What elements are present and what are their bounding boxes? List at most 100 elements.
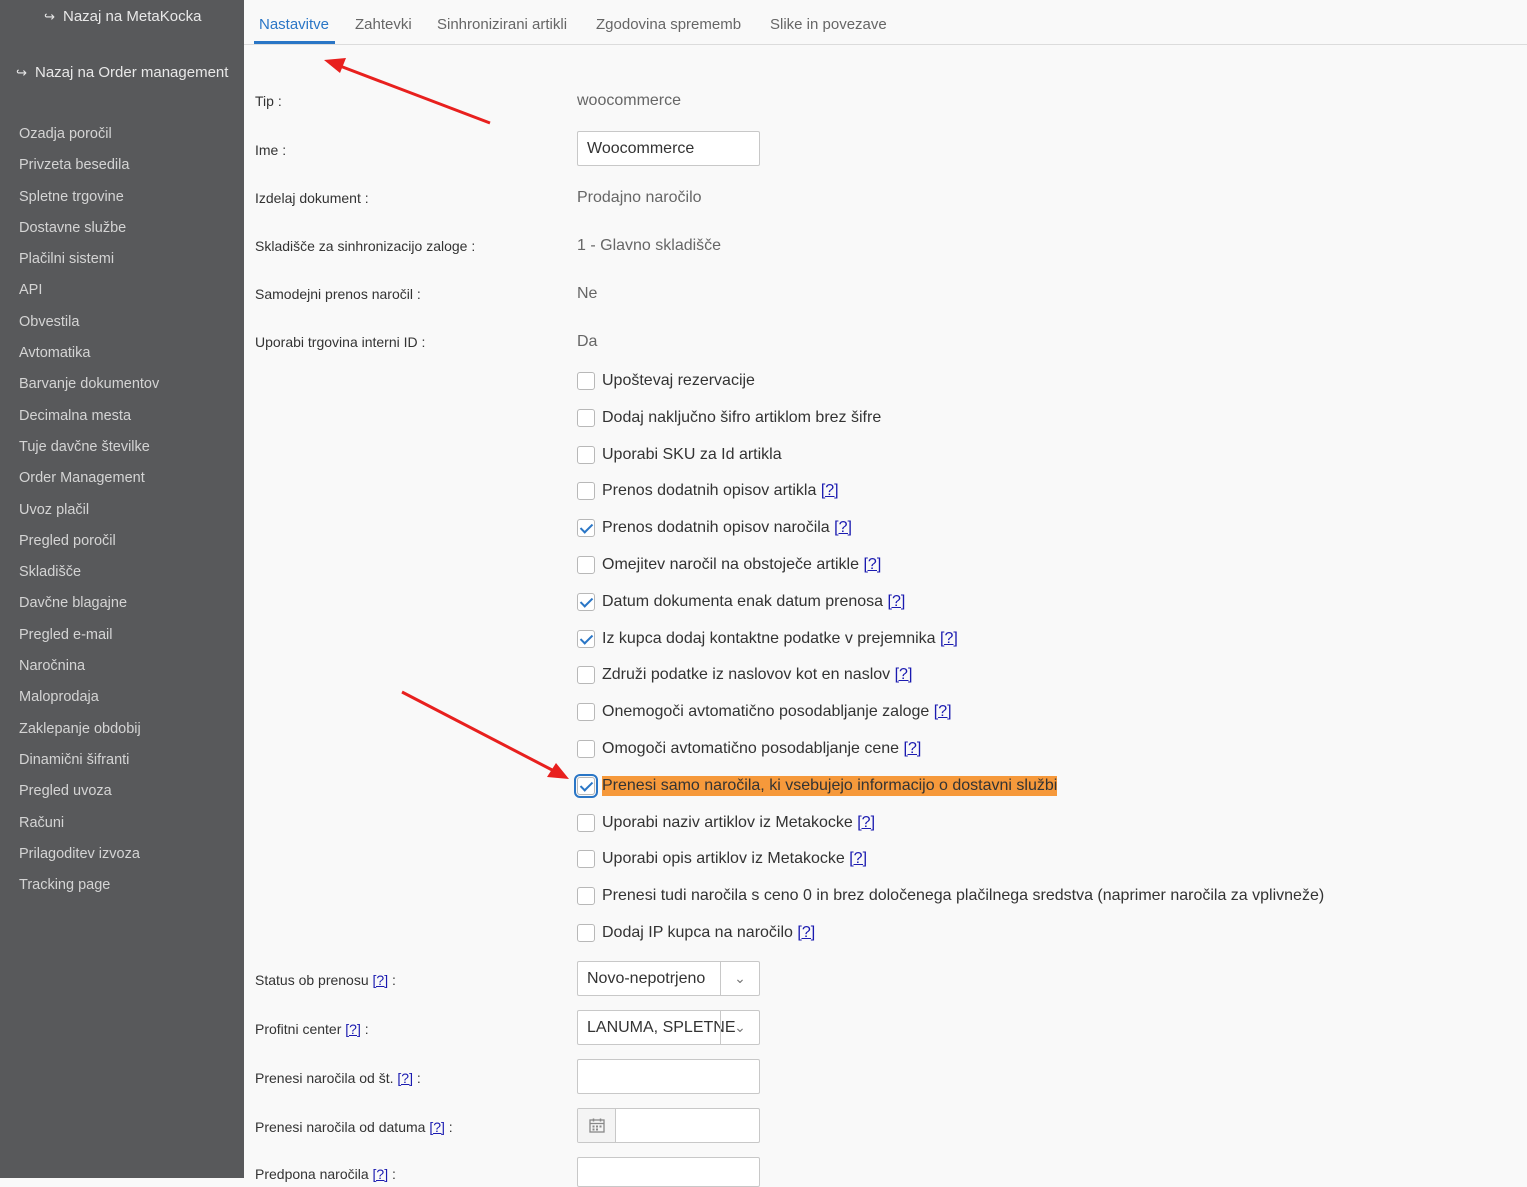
tab-bar: Nastavitve Zahtevki Sinhronizirani artik… (244, 0, 1527, 45)
prefix-label-text: Predpona naročila (255, 1166, 369, 1182)
sidebar-item[interactable]: Ozadja poročil (19, 122, 159, 153)
sidebar-item[interactable]: Naročnina (19, 654, 159, 685)
checkbox-label-text: Omejitev naročil na obstoječe artikle (602, 556, 860, 573)
tab-sinhronizirani-artikli[interactable]: Sinhronizirani artikli (437, 16, 567, 33)
sidebar-item[interactable]: Pregled e-mail (19, 623, 159, 654)
fromno-label-text: Prenesi naročila od št. (255, 1070, 394, 1086)
sidebar-item[interactable]: Skladišče (19, 560, 159, 591)
checkbox-label-text: Onemogoči avtomatično posodabljanje zalo… (602, 703, 930, 720)
colon: : (416, 1070, 421, 1086)
profitni-center-select[interactable]: LANUMA, SPLETNE ⌄ (577, 1010, 760, 1045)
help-link[interactable]: [?] (797, 924, 815, 941)
sidebar-item[interactable]: Prilagoditev izvoza (19, 842, 159, 873)
checkbox-label: Prenos dodatnih opisov artikla [?] (602, 481, 839, 501)
help-link[interactable]: [?] (934, 703, 952, 720)
sidebar-item[interactable]: Avtomatika (19, 341, 159, 372)
back-to-order-management-link[interactable]: ↪ Nazaj na Order management (16, 64, 228, 81)
help-link[interactable]: [?] (895, 666, 913, 683)
help-link[interactable]: [?] (373, 1166, 389, 1182)
help-link[interactable]: [?] (821, 482, 839, 499)
checkbox-unchecked[interactable] (577, 666, 595, 684)
colon: : (364, 1021, 369, 1037)
checkbox-checked[interactable] (577, 593, 595, 611)
sidebar-item[interactable]: Dostavne službe (19, 216, 159, 247)
sidebar-item[interactable]: Pregled uvoza (19, 779, 159, 810)
checkbox-checked[interactable] (577, 519, 595, 537)
sidebar-item[interactable]: Davčne blagajne (19, 591, 159, 622)
checkbox-label-text: Uporabi SKU za Id artikla (602, 446, 782, 463)
samodejni-prenos-label: Samodejni prenos naročil : (255, 286, 421, 302)
checkbox-unchecked[interactable] (577, 556, 595, 574)
tab-nastavitve[interactable]: Nastavitve (259, 16, 329, 33)
checkbox-unchecked[interactable] (577, 703, 595, 721)
tab-zgodovina-sprememb[interactable]: Zgodovina sprememb (596, 16, 741, 33)
checkbox-unchecked[interactable] (577, 740, 595, 758)
status-select[interactable]: Novo-nepotrjeno ⌄ (577, 961, 760, 996)
checkbox-label: Dodaj IP kupca na naročilo [?] (602, 923, 815, 943)
back-to-metakocka-label: Nazaj na MetaKocka (63, 8, 202, 25)
ime-input[interactable]: Woocommerce (577, 131, 760, 166)
sidebar-item[interactable]: Pregled poročil (19, 529, 159, 560)
sidebar-item[interactable]: Spletne trgovine (19, 185, 159, 216)
help-link[interactable]: [?] (940, 630, 958, 647)
sidebar-item[interactable]: Barvanje dokumentov (19, 372, 159, 403)
sidebar-item[interactable]: Dinamični šifranti (19, 748, 159, 779)
checkbox-label: Datum dokumenta enak datum prenosa [?] (602, 592, 905, 612)
help-link[interactable]: [?] (857, 814, 875, 831)
checkbox-label: Uporabi naziv artiklov iz Metakocke [?] (602, 813, 875, 833)
prenesi-od-datuma-label: Prenesi naročila od datuma [?] : (255, 1119, 453, 1135)
checkbox-unchecked[interactable] (577, 850, 595, 868)
sidebar-item[interactable]: Order Management (19, 466, 159, 497)
sidebar-item[interactable]: Maloprodaja (19, 685, 159, 716)
profit-select-value: LANUMA, SPLETNE (587, 1019, 736, 1036)
checkbox-unchecked[interactable] (577, 372, 595, 390)
help-link[interactable]: [?] (373, 972, 389, 988)
predpona-input[interactable] (577, 1157, 760, 1187)
sidebar-item[interactable]: Obvestila (19, 310, 159, 341)
sidebar-item[interactable]: Privzeta besedila (19, 153, 159, 184)
tab-zahtevki[interactable]: Zahtevki (355, 16, 412, 33)
back-to-metakocka-link[interactable]: ↪ Nazaj na MetaKocka (44, 8, 201, 25)
help-link[interactable]: [?] (429, 1119, 445, 1135)
checkbox-label-text: Prenesi tudi naročila s ceno 0 in brez d… (602, 887, 1325, 904)
checkbox-unchecked[interactable] (577, 482, 595, 500)
checkbox-unchecked[interactable] (577, 409, 595, 427)
checkbox-checked[interactable] (574, 774, 598, 798)
sidebar-item[interactable]: Uvoz plačil (19, 498, 159, 529)
help-link[interactable]: [?] (834, 519, 852, 536)
checkbox-label-text: Dodaj naključno šifro artiklom brez šifr… (602, 409, 882, 426)
sidebar-item[interactable]: API (19, 278, 159, 309)
checkbox-label: Upoštevaj rezervacije (602, 371, 755, 391)
checkbox-checked[interactable] (577, 630, 595, 648)
profit-label-text: Profitni center (255, 1021, 342, 1037)
profitni-center-label: Profitni center [?] : (255, 1021, 369, 1037)
sidebar-item[interactable]: Decimalna mesta (19, 404, 159, 435)
checkbox-label-text: Uporabi opis artiklov iz Metakocke (602, 850, 845, 867)
sidebar-item[interactable]: Plačilni sistemi (19, 247, 159, 278)
help-link[interactable]: [?] (863, 556, 881, 573)
checkbox-label: Prenesi samo naročila, ki vsebujejo info… (602, 776, 1058, 796)
checkbox-label-text: Dodaj IP kupca na naročilo (602, 924, 793, 941)
active-tab-indicator (254, 41, 335, 44)
calendar-icon[interactable] (578, 1109, 616, 1142)
checkbox-unchecked[interactable] (577, 924, 595, 942)
prenesi-od-datuma-input[interactable] (577, 1108, 760, 1143)
help-link[interactable]: [?] (397, 1070, 413, 1086)
checkbox-unchecked[interactable] (577, 446, 595, 464)
sidebar-item[interactable]: Računi (19, 811, 159, 842)
checkbox-label: Omejitev naročil na obstoječe artikle [?… (602, 555, 881, 575)
checkbox-unchecked[interactable] (577, 814, 595, 832)
predpona-label: Predpona naročila [?] : (255, 1166, 396, 1182)
sidebar-item[interactable]: Tuje davčne številke (19, 435, 159, 466)
checkbox-unchecked[interactable] (577, 887, 595, 905)
tab-slike-in-povezave[interactable]: Slike in povezave (770, 16, 887, 33)
sidebar-item[interactable]: Zaklepanje obdobij (19, 717, 159, 748)
prenesi-od-st-input[interactable] (577, 1059, 760, 1094)
help-link[interactable]: [?] (345, 1021, 361, 1037)
interni-id-label: Uporabi trgovina interni ID : (255, 334, 426, 350)
help-link[interactable]: [?] (904, 740, 922, 757)
sidebar-item[interactable]: Tracking page (19, 873, 159, 904)
help-link[interactable]: [?] (888, 593, 906, 610)
fromdate-label-text: Prenesi naročila od datuma (255, 1119, 426, 1135)
help-link[interactable]: [?] (849, 850, 867, 867)
